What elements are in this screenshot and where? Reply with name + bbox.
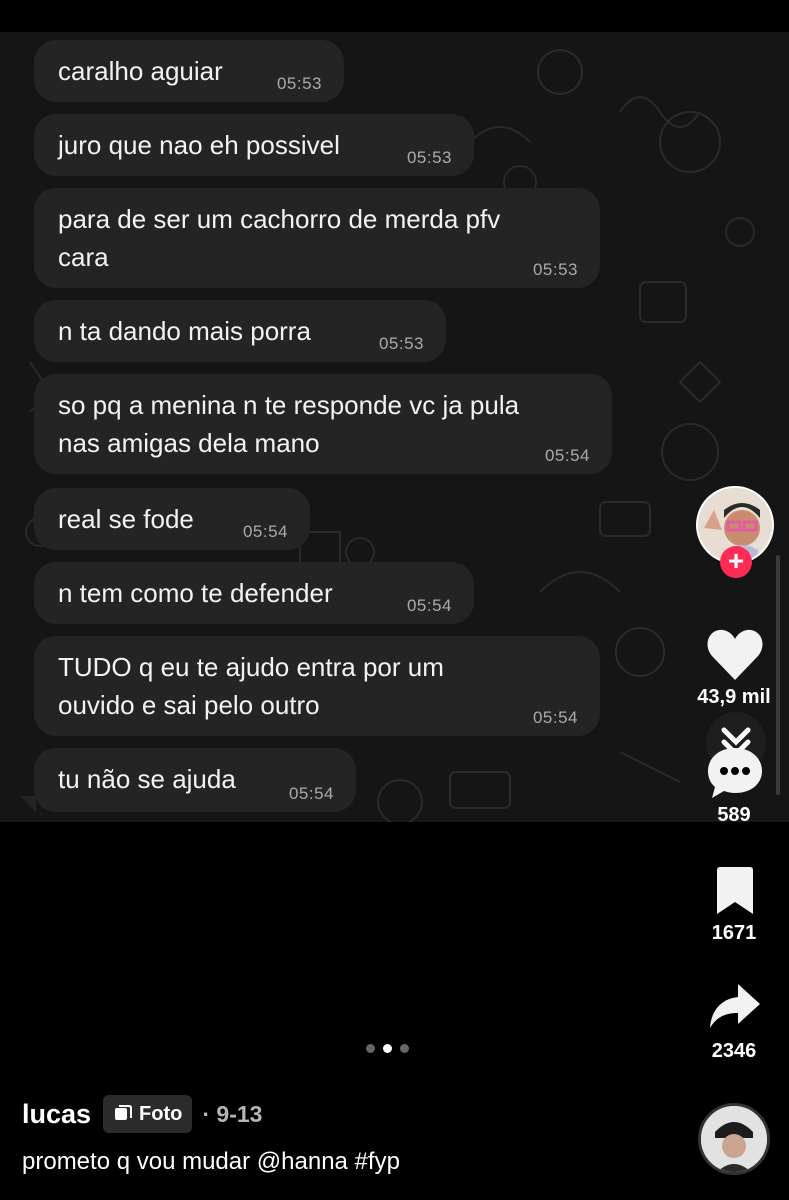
message-bubble: so pq a menina n te responde vc ja pula … [34, 374, 612, 474]
message-bubble: TUDO q eu te ajudo entra por um ouvido e… [34, 636, 600, 736]
message-bubble: para de ser um cachorro de merda pfv car… [34, 188, 600, 288]
comment-count: 589 [717, 804, 751, 826]
photo-badge-label: Foto [139, 1102, 183, 1125]
carousel-dot-active[interactable] [383, 1044, 392, 1053]
carousel-dot[interactable] [400, 1044, 409, 1053]
message-time: 05:53 [378, 334, 424, 353]
chat-screenshot: caralho aguiar 05:53 juro que nao eh pos… [0, 32, 789, 822]
carousel-dot[interactable] [366, 1044, 375, 1053]
message-bubble: tu não se ajuda 05:54 [34, 748, 356, 812]
music-disc-image [701, 1106, 767, 1172]
message-text: juro que nao eh possivel [58, 130, 340, 160]
message-bubble: caralho aguiar 05:53 [34, 40, 344, 102]
post-meta: lucas Foto · 9-13 [22, 1094, 262, 1134]
share-count: 2346 [711, 1040, 757, 1062]
message-time: 05:54 [242, 522, 288, 541]
message-text: TUDO q eu te ajudo entra por um ouvido e… [58, 652, 444, 720]
message-time: 05:54 [532, 708, 578, 727]
message-bubble: real se fode 05:54 [34, 488, 310, 550]
save-count: 1671 [711, 922, 757, 944]
message-time: 05:54 [406, 596, 452, 615]
bubble-tail [20, 796, 36, 812]
message-text: n tem como te defender [58, 578, 333, 608]
heart-icon[interactable] [706, 628, 764, 682]
share-icon[interactable] [708, 982, 762, 1032]
message-time: 05:54 [288, 784, 334, 803]
follow-plus-icon[interactable]: + [720, 546, 752, 578]
carousel-indicator [366, 1040, 417, 1058]
message-text: n ta dando mais porra [58, 316, 311, 346]
username[interactable]: lucas [22, 1099, 91, 1130]
music-disc[interactable] [698, 1103, 770, 1175]
message-text: so pq a menina n te responde vc ja pula … [58, 390, 520, 458]
message-time: 05:53 [406, 148, 452, 167]
photo-icon [115, 1105, 133, 1120]
message-time: 05:53 [532, 260, 578, 279]
message-time: 05:54 [544, 446, 590, 465]
like-count: 43,9 mil [697, 686, 771, 708]
bookmark-icon[interactable] [713, 866, 757, 916]
message-text: para de ser um cachorro de merda pfv car… [58, 204, 501, 272]
message-time: 05:53 [276, 74, 322, 93]
comment-icon[interactable] [706, 746, 764, 800]
post-date: · 9-13 [202, 1100, 263, 1127]
message-bubble: juro que nao eh possivel 05:53 [34, 114, 474, 176]
message-bubble: n tem como te defender 05:54 [34, 562, 474, 624]
message-bubble: n ta dando mais porra 05:53 [34, 300, 446, 362]
photo-badge: Foto [103, 1095, 193, 1133]
post-caption[interactable]: prometo q vou mudar @hanna #fyp [22, 1148, 400, 1176]
scrollbar[interactable] [776, 555, 780, 795]
creator-avatar[interactable]: + [696, 486, 774, 578]
